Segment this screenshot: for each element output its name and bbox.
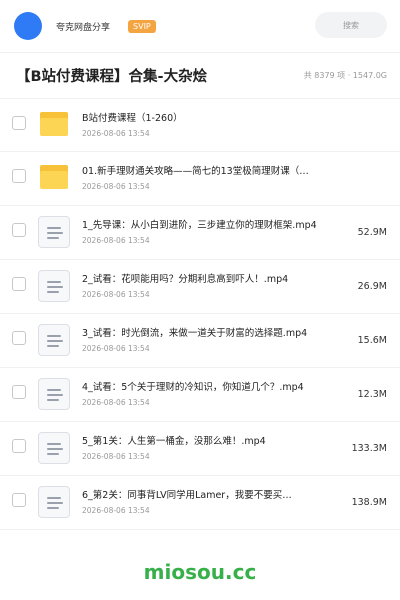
list-item[interactable]: 4_试看：5个关于理财的冷知识，你知道几个？.mp4 2026-08-06 13:… bbox=[0, 368, 400, 422]
avatar[interactable] bbox=[14, 12, 42, 40]
file-date: 2026-08-06 13:54 bbox=[82, 290, 150, 299]
list-item[interactable]: 2_试看：花呗能用吗？分期利息高到吓人！.mp4 2026-08-06 13:54… bbox=[0, 260, 400, 314]
file-list: B站付费课程（1-260） 2026-08-06 13:54 01.新手理财通关攻… bbox=[0, 98, 400, 530]
file-size: 138.9M bbox=[351, 497, 387, 508]
file-size: 12.3M bbox=[357, 389, 387, 400]
select-checkbox[interactable] bbox=[12, 223, 26, 237]
list-item[interactable]: 1_先导课：从小白到进阶，三步建立你的理财框架.mp4 2026-08-06 13… bbox=[0, 206, 400, 260]
file-name: 4_试看：5个关于理财的冷知识，你知道几个？.mp4 bbox=[82, 382, 304, 393]
video-file-icon bbox=[38, 432, 70, 464]
file-name: 1_先导课：从小白到进阶，三步建立你的理财框架.mp4 bbox=[82, 220, 317, 231]
file-date: 2026-08-06 13:54 bbox=[82, 344, 150, 353]
title-bar: 【B站付费课程】合集-大杂烩 共 8379 项 · 1547.0G bbox=[0, 52, 400, 98]
video-file-icon bbox=[38, 486, 70, 518]
file-name: 5_第1关：人生第一桶金，没那么难！.mp4 bbox=[82, 436, 266, 447]
video-file-icon bbox=[38, 324, 70, 356]
file-date: 2026-08-06 13:54 bbox=[82, 182, 150, 191]
file-size: 52.9M bbox=[357, 227, 387, 238]
video-file-icon bbox=[38, 378, 70, 410]
select-checkbox[interactable] bbox=[12, 116, 26, 130]
file-date: 2026-08-06 13:54 bbox=[82, 236, 150, 245]
video-file-icon bbox=[38, 216, 70, 248]
watermark: miosou.cc bbox=[143, 560, 257, 584]
folder-meta: 共 8379 项 · 1547.0G bbox=[303, 71, 387, 80]
select-checkbox[interactable] bbox=[12, 277, 26, 291]
file-date: 2026-08-06 13:54 bbox=[82, 398, 150, 407]
search-button[interactable]: 搜索 bbox=[315, 12, 387, 38]
username: 夸克网盘分享 bbox=[56, 22, 111, 33]
select-checkbox[interactable] bbox=[12, 331, 26, 345]
list-item[interactable]: 5_第1关：人生第一桶金，没那么难！.mp4 2026-08-06 13:54 1… bbox=[0, 422, 400, 476]
video-file-icon bbox=[38, 270, 70, 302]
file-name: B站付费课程（1-260） bbox=[82, 113, 183, 124]
list-item[interactable]: B站付费课程（1-260） 2026-08-06 13:54 bbox=[0, 98, 400, 152]
list-item[interactable]: 6_第2关：同事背LV同学用Lamer，我要不要买… 2026-08-06 13:… bbox=[0, 476, 400, 530]
file-name: 01.新手理财通关攻略——简七的13堂极简理财课（… bbox=[82, 166, 309, 177]
page-title: 【B站付费课程】合集-大杂烩 bbox=[16, 69, 208, 85]
file-date: 2026-08-06 13:54 bbox=[82, 129, 150, 138]
file-size: 15.6M bbox=[357, 335, 387, 346]
folder-icon bbox=[38, 109, 70, 141]
file-size: 133.3M bbox=[351, 443, 387, 454]
list-item[interactable]: 01.新手理财通关攻略——简七的13堂极简理财课（… 2026-08-06 13:… bbox=[0, 152, 400, 206]
folder-icon bbox=[38, 162, 70, 194]
select-checkbox[interactable] bbox=[12, 169, 26, 183]
svip-badge: SVIP bbox=[128, 19, 156, 33]
select-checkbox[interactable] bbox=[12, 493, 26, 507]
file-name: 3_试看：时光倒流，来做一道关于财富的选择题.mp4 bbox=[82, 328, 308, 339]
list-item[interactable]: 3_试看：时光倒流，来做一道关于财富的选择题.mp4 2026-08-06 13:… bbox=[0, 314, 400, 368]
header: 夸克网盘分享 SVIP 搜索 bbox=[0, 0, 400, 52]
search-label: 搜索 bbox=[343, 20, 359, 30]
select-checkbox[interactable] bbox=[12, 385, 26, 399]
select-checkbox[interactable] bbox=[12, 439, 26, 453]
file-name: 6_第2关：同事背LV同学用Lamer，我要不要买… bbox=[82, 490, 292, 501]
file-date: 2026-08-06 13:54 bbox=[82, 506, 150, 515]
file-name: 2_试看：花呗能用吗？分期利息高到吓人！.mp4 bbox=[82, 274, 289, 285]
file-size: 26.9M bbox=[357, 281, 387, 292]
file-date: 2026-08-06 13:54 bbox=[82, 452, 150, 461]
